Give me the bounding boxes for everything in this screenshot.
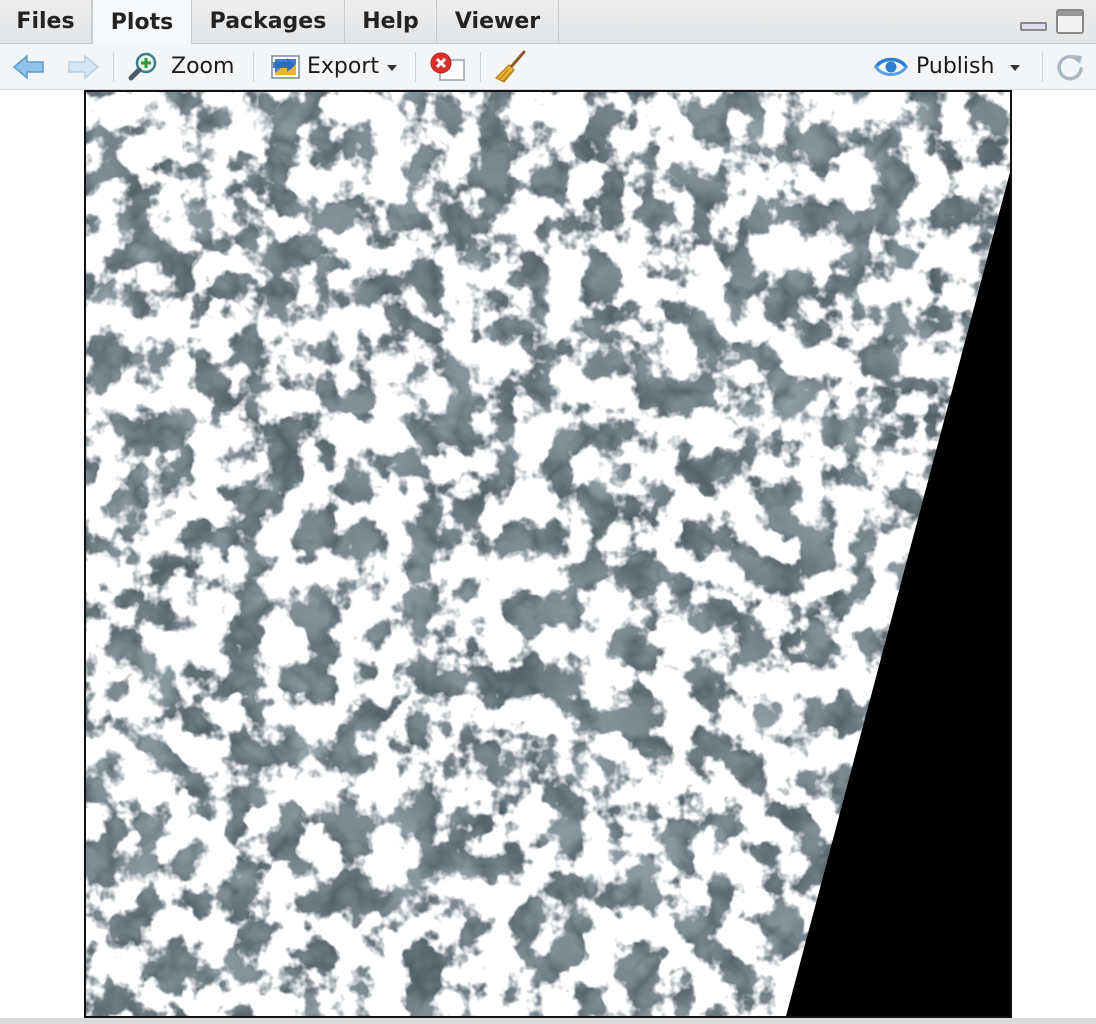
export-menu-button[interactable]: Export (270, 44, 398, 89)
tab-viewer-label: Viewer (454, 9, 541, 34)
publish-eye-icon (874, 57, 908, 76)
tab-packages-label: Packages (209, 9, 327, 34)
arrow-left-icon (12, 53, 44, 80)
tab-help[interactable]: Help (345, 0, 437, 43)
minimize-pane-icon[interactable] (1020, 22, 1047, 31)
maximize-pane-icon[interactable] (1056, 9, 1084, 34)
satellite-image-plot (84, 90, 1012, 1018)
pane-tab-bar: Files Plots Packages Help Viewer (0, 0, 1096, 44)
tab-files[interactable]: Files (0, 0, 92, 43)
satellite-raster (86, 92, 1010, 1016)
refresh-plot-button[interactable] (1054, 44, 1086, 89)
tab-packages[interactable]: Packages (192, 0, 345, 43)
zoom-label: Zoom (171, 54, 235, 79)
plots-toolbar: Zoom Export Publish (0, 44, 1096, 90)
tab-files-label: Files (16, 9, 75, 34)
tab-help-label: Help (362, 9, 419, 34)
tab-viewer[interactable]: Viewer (437, 0, 559, 43)
remove-plot-icon (430, 52, 465, 81)
tab-plots[interactable]: Plots (92, 0, 192, 44)
broom-icon (494, 50, 526, 83)
next-plot-button[interactable] (66, 44, 102, 89)
previous-plot-button[interactable] (12, 44, 48, 89)
publish-label: Publish (916, 54, 995, 79)
pane-bottom-border (0, 1018, 1096, 1024)
chevron-down-icon (1010, 65, 1021, 71)
arrow-right-icon (68, 53, 100, 80)
chevron-down-icon (387, 65, 398, 71)
plot-viewport (0, 90, 1096, 1018)
export-label: Export (307, 54, 380, 79)
clear-all-plots-button[interactable] (494, 44, 528, 89)
remove-plot-button[interactable] (430, 44, 466, 89)
refresh-icon (1057, 54, 1083, 80)
export-image-icon (271, 54, 300, 79)
publish-menu-button[interactable]: Publish (874, 44, 1021, 89)
tab-plots-label: Plots (110, 9, 174, 35)
rstudio-plots-pane: Files Plots Packages Help Viewer Zoom Ex… (0, 0, 1096, 1024)
magnifier-plus-icon (128, 52, 157, 80)
zoom-button[interactable]: Zoom (128, 44, 234, 89)
